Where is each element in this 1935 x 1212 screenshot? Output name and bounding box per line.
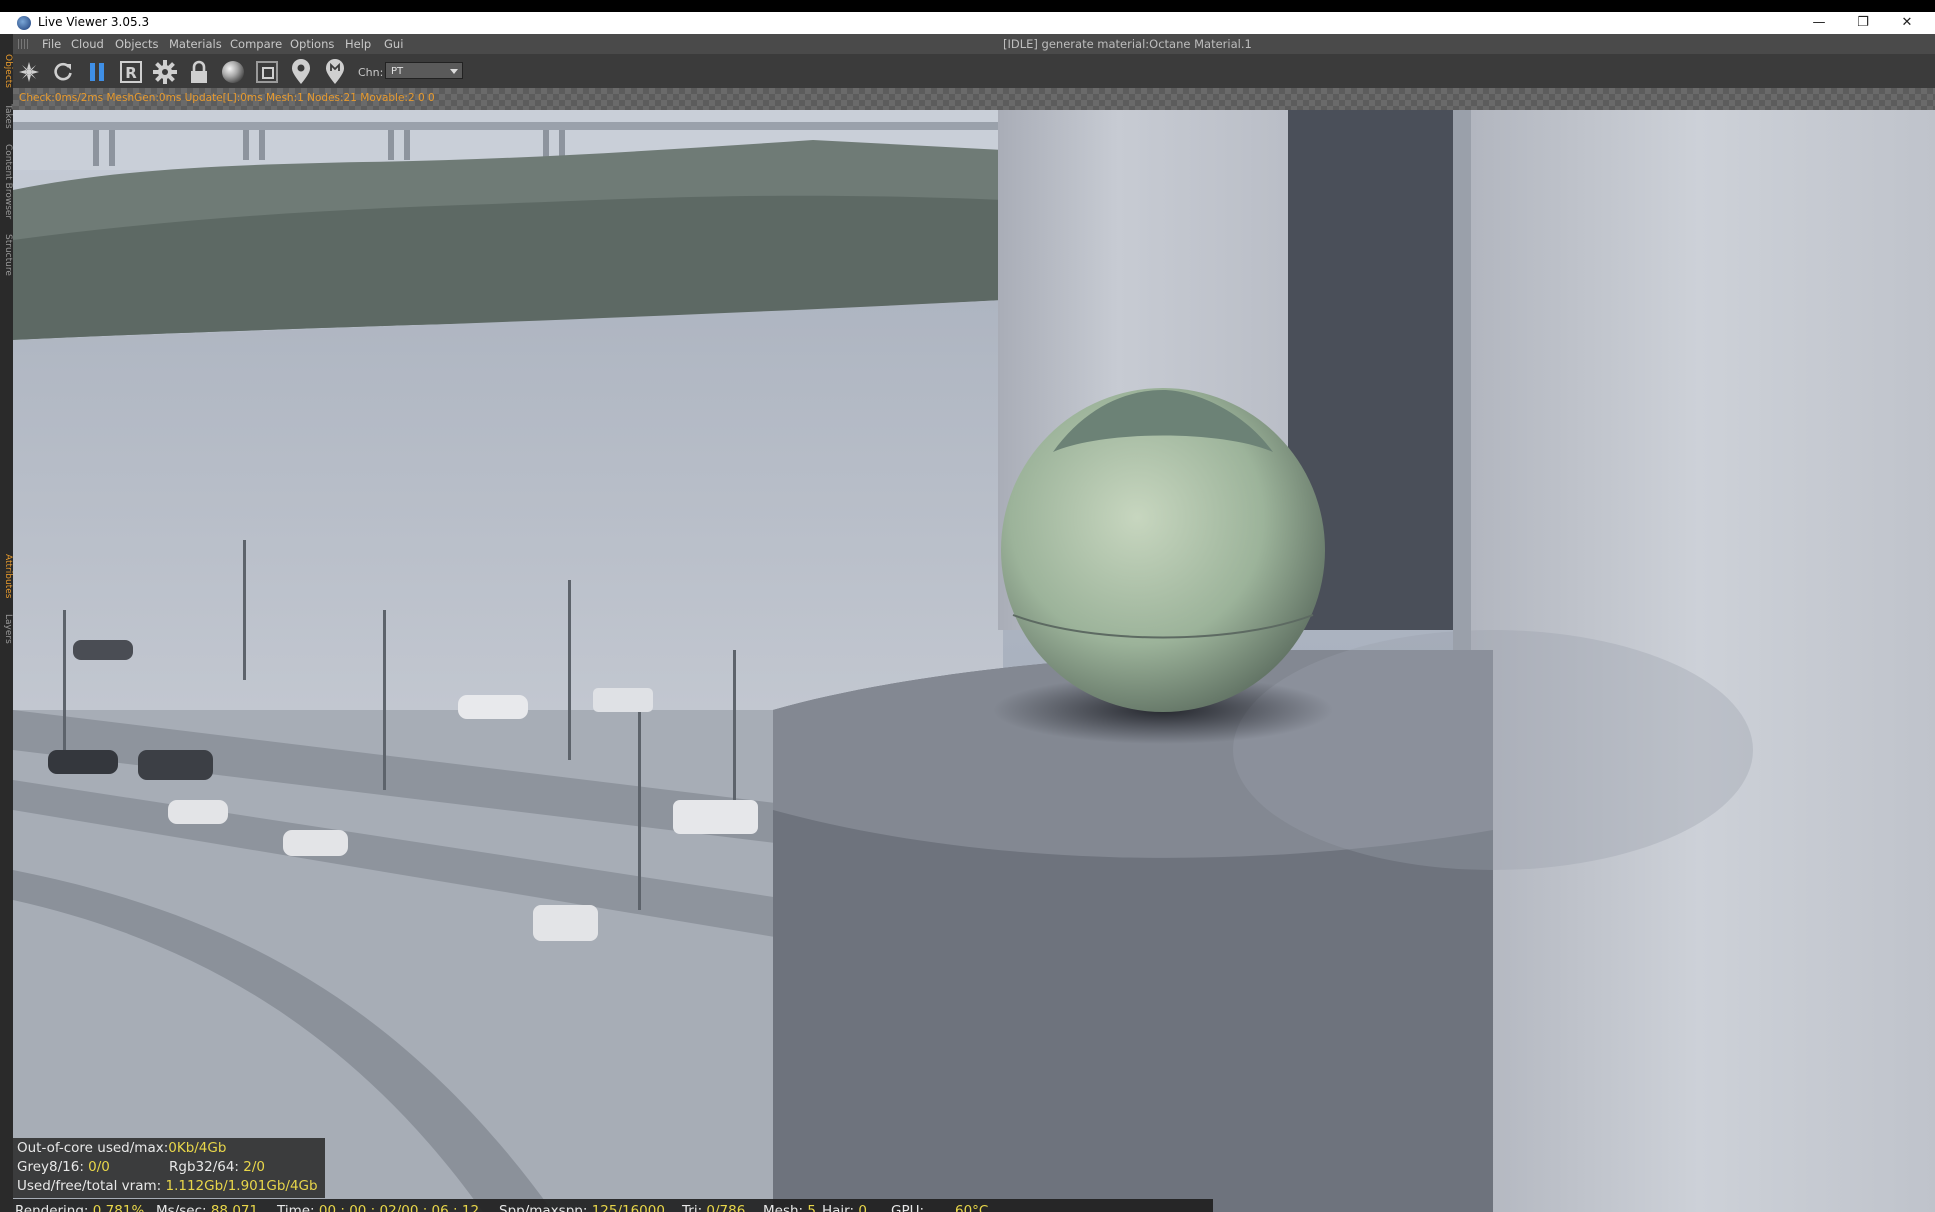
tri-value: 0/786	[706, 1203, 746, 1212]
time-stat: Time: 00 : 00 : 02/00 : 06 : 12	[277, 1203, 479, 1212]
menu-file[interactable]: File	[42, 37, 61, 51]
mesh-stat: Mesh: 5	[763, 1203, 816, 1212]
dock-tab-objects[interactable]: Objects	[0, 54, 13, 88]
mssec-value: 88.071	[210, 1203, 259, 1212]
hair-stat: Hair: 0	[822, 1203, 867, 1212]
mssec-stat: Ms/sec: 88.071	[156, 1203, 258, 1212]
outofcore-label: Out-of-core used/max:	[17, 1140, 169, 1156]
render-region-icon[interactable]: R	[119, 60, 143, 84]
settings-gear-icon[interactable]	[153, 60, 177, 84]
outofcore-row: Out-of-core used/max:0Kb/4Gb	[17, 1140, 226, 1156]
window-titlebar[interactable]: Live Viewer 3.05.3 — ❐ ✕	[0, 12, 1935, 34]
tri-stat: Tri: 0/786	[682, 1203, 745, 1212]
vram-label: Used/free/total vram:	[17, 1178, 162, 1194]
spp-value: 125/16000	[591, 1203, 665, 1212]
stats-bar: Check:0ms/2ms MeshGen:0ms Update[L]:0ms …	[13, 88, 1935, 110]
hair-label: Hair:	[822, 1203, 855, 1212]
render-status-message: [IDLE] generate material:Octane Material…	[1003, 37, 1252, 51]
menu-grip-icon[interactable]	[18, 39, 30, 49]
dock-tab-content-browser[interactable]: Content Browser	[0, 144, 13, 219]
close-button[interactable]: ✕	[1885, 12, 1929, 34]
render-status-bar: Rendering: 0.781% Ms/sec: 88.071 Time: 0…	[13, 1199, 1213, 1212]
rendering-label: Rendering:	[15, 1203, 89, 1212]
pick-material-icon[interactable]	[323, 59, 347, 84]
app-icon	[17, 16, 31, 30]
rgb-row: Rgb32/64: 2/0	[169, 1159, 265, 1175]
memory-stats-panel: Out-of-core used/max:0Kb/4Gb Grey8/16: 0…	[13, 1138, 325, 1198]
menu-options[interactable]: Options	[290, 37, 334, 51]
restore-button[interactable]: ❐	[1841, 12, 1885, 34]
hair-value: 0	[858, 1203, 867, 1212]
pause-icon[interactable]	[85, 60, 109, 84]
chevron-down-icon	[450, 69, 458, 74]
minimize-button[interactable]: —	[1797, 12, 1841, 34]
tri-label: Tri:	[682, 1203, 703, 1212]
gpu-temp-value: 60°C	[955, 1203, 989, 1212]
render-image	[13, 110, 1935, 1212]
menu-bar: File Cloud Objects Materials Compare Opt…	[13, 34, 1935, 54]
spp-label: Spp/maxspp:	[499, 1203, 588, 1212]
mssec-label: Ms/sec:	[156, 1203, 207, 1212]
toolbar: R Chn: PT	[13, 54, 1935, 88]
dock-tab-layers[interactable]: Layers	[0, 614, 13, 644]
dock-tab-takes[interactable]: Takes	[0, 104, 13, 129]
mesh-value: 5	[807, 1203, 816, 1212]
octane-logo-icon[interactable]	[17, 60, 41, 84]
menu-objects[interactable]: Objects	[115, 37, 158, 51]
menu-cloud[interactable]: Cloud	[71, 37, 104, 51]
channel-select[interactable]: PT	[385, 62, 463, 79]
top-black-bar	[0, 0, 1935, 12]
render-region-glyph: R	[125, 64, 137, 82]
gpu-label: GPU:	[891, 1203, 925, 1212]
film-region-icon[interactable]	[255, 60, 279, 84]
grey-value: 0/0	[88, 1159, 110, 1175]
channel-label: Chn:	[358, 66, 384, 79]
window-title: Live Viewer 3.05.3	[38, 15, 150, 29]
refresh-icon[interactable]	[51, 60, 75, 84]
time-value: 00 : 00 : 02/00 : 06 : 12	[318, 1203, 480, 1212]
dock-tab-attributes[interactable]: Attributes	[0, 554, 13, 598]
menu-gui[interactable]: Gui	[384, 37, 403, 51]
pick-focus-icon[interactable]	[289, 59, 313, 84]
menu-compare[interactable]: Compare	[230, 37, 282, 51]
rgb-value: 2/0	[243, 1159, 266, 1175]
time-label: Time:	[277, 1203, 315, 1212]
outofcore-value: 0Kb/4Gb	[168, 1140, 227, 1156]
vram-row: Used/free/total vram: 1.112Gb/1.901Gb/4G…	[17, 1178, 318, 1194]
stats-line: Check:0ms/2ms MeshGen:0ms Update[L]:0ms …	[19, 92, 435, 104]
rendering-stat: Rendering: 0.781%	[15, 1203, 144, 1212]
rendering-value: 0.781%	[92, 1203, 145, 1212]
lock-icon[interactable]	[187, 60, 211, 84]
grey-row: Grey8/16: 0/0	[17, 1159, 110, 1175]
menu-materials[interactable]: Materials	[169, 37, 222, 51]
live-viewer-app: Objects Takes Content Browser Structure …	[0, 34, 1935, 1212]
vram-value: 1.112Gb/1.901Gb/4Gb	[165, 1178, 318, 1194]
spp-stat: Spp/maxspp: 125/16000	[499, 1203, 665, 1212]
channel-select-value: PT	[391, 66, 404, 77]
left-dock-tabs: Objects Takes Content Browser Structure …	[0, 34, 14, 1212]
mesh-label: Mesh:	[763, 1203, 804, 1212]
material-ball-icon[interactable]	[221, 60, 245, 84]
menu-help[interactable]: Help	[345, 37, 371, 51]
grey-label: Grey8/16:	[17, 1159, 84, 1175]
dock-tab-structure[interactable]: Structure	[0, 234, 13, 276]
render-viewport[interactable]: Out-of-core used/max:0Kb/4Gb Grey8/16: 0…	[13, 110, 1935, 1212]
rgb-label: Rgb32/64:	[169, 1159, 239, 1175]
